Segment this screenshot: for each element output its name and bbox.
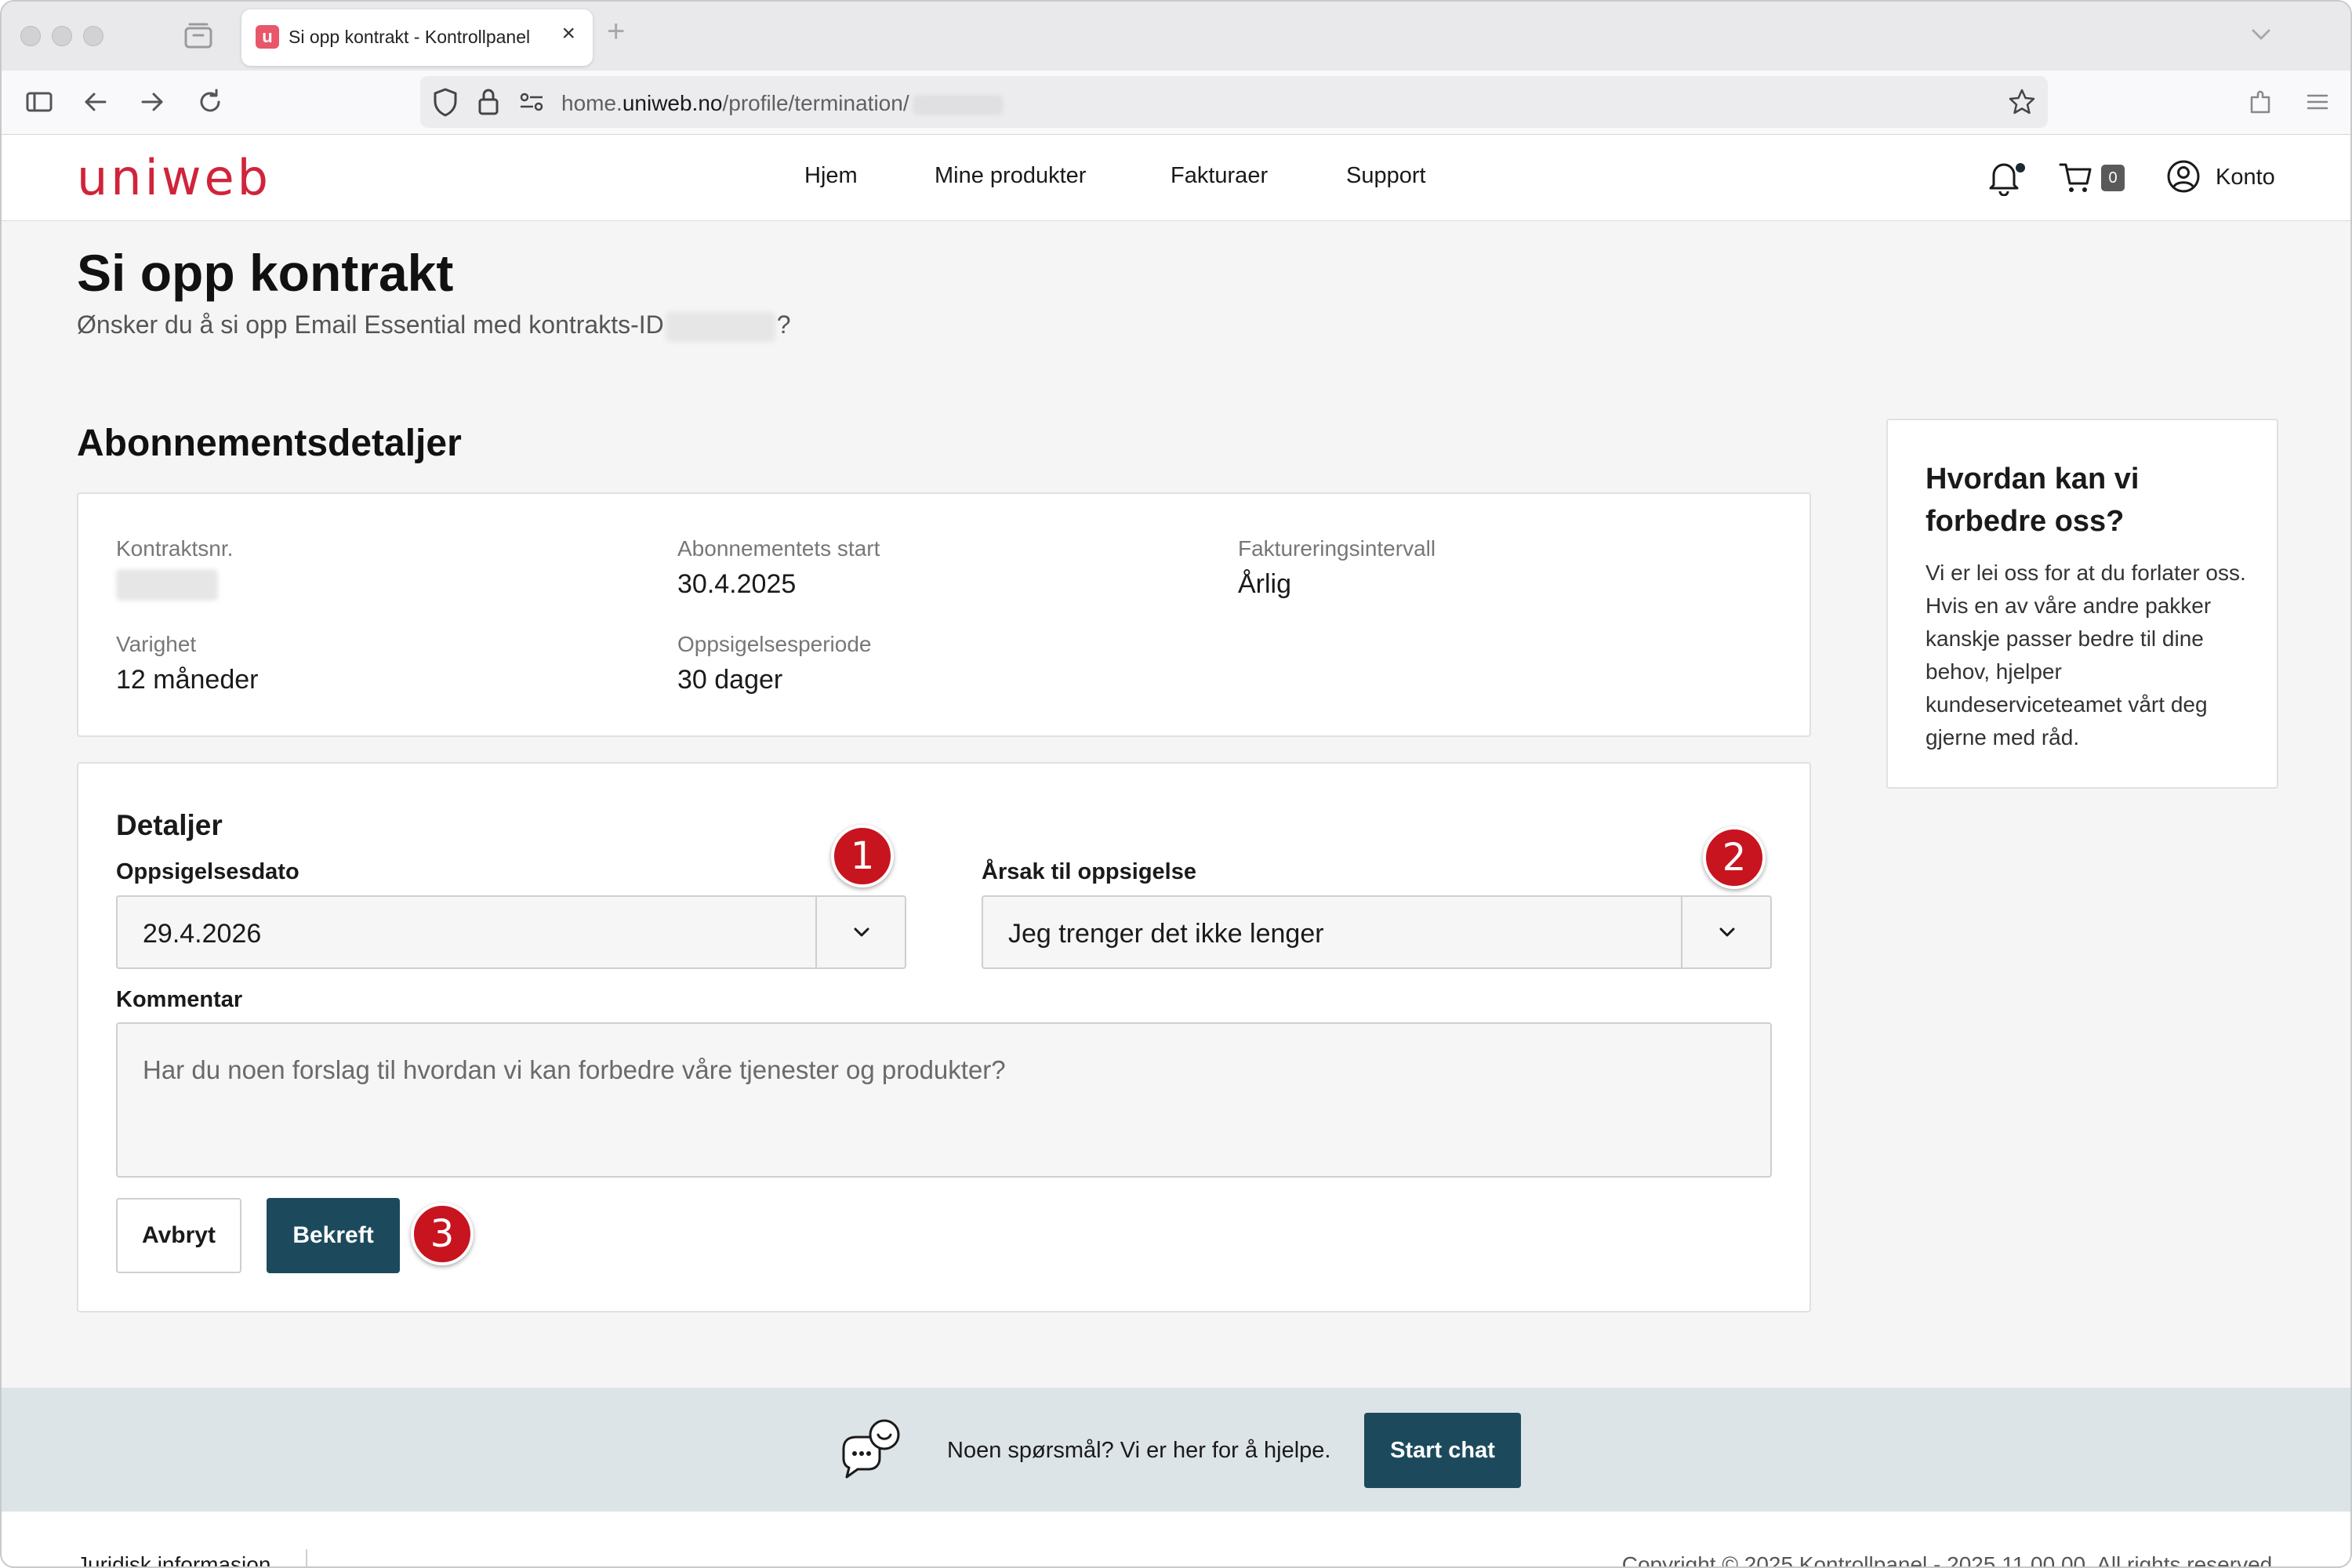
help-bar: Noen spørsmål? Vi er her for å hjelpe. S… (2, 1388, 2350, 1512)
copyright-text: Copyright © 2025 Kontrollpanel - 2025.11… (1621, 1552, 2278, 1568)
tab-title: Si opp kontrakt - Kontrollpanel (289, 27, 531, 47)
page-title: Si opp kontrakt (77, 244, 454, 302)
start-chat-button[interactable]: Start chat (1364, 1413, 1521, 1488)
url-text: home.uniweb.no/profile/termination/ (561, 91, 1004, 116)
step-badge-1: 1 (831, 825, 894, 887)
chevron-down-icon (854, 927, 869, 937)
start-date-value: 30.4.2025 (677, 569, 797, 599)
comment-textarea[interactable]: Har du noen forslag til hvordan vi kan f… (116, 1022, 1772, 1178)
redacted-contract-no (116, 569, 218, 601)
subscription-details-heading: Abonnementsdetaljer (77, 423, 462, 464)
cart-count-badge: 0 (2101, 165, 2125, 191)
new-tab-icon[interactable]: + (607, 16, 625, 47)
comment-label: Kommentar (116, 987, 243, 1012)
site-permissions-icon[interactable] (517, 89, 546, 114)
minimize-window-button[interactable] (52, 26, 72, 46)
lock-icon[interactable] (477, 86, 500, 118)
termination-date-label: Oppsigelsesdato (116, 859, 299, 884)
notification-dot (2016, 163, 2025, 172)
close-window-button[interactable] (20, 26, 41, 46)
tab-list-chevron-icon[interactable] (2247, 20, 2275, 49)
duration-value: 12 måneder (116, 665, 259, 695)
nav-support[interactable]: Support (1346, 163, 1426, 189)
help-text: Noen spørsmål? Vi er her for å hjelpe. (947, 1438, 1331, 1463)
termination-date-value: 29.4.2026 (143, 919, 262, 949)
favicon-icon: u (256, 25, 279, 49)
back-arrow-icon[interactable] (80, 86, 111, 118)
bookmark-star-icon[interactable] (2007, 87, 2037, 117)
termination-reason-value: Jeg trenger det ikke lenger (1008, 919, 1324, 949)
site-header: uniweb Hjem Mine produkter Fakturaer Sup… (2, 135, 2350, 221)
form-heading: Detaljer (116, 809, 223, 841)
forward-arrow-icon[interactable] (136, 86, 168, 118)
billing-interval-value: Årlig (1238, 569, 1292, 599)
contract-no-label: Kontraktsnr. (116, 536, 234, 561)
redacted-contract-id (665, 311, 775, 342)
confirm-button[interactable]: Bekreft (267, 1198, 400, 1273)
comment-placeholder: Har du noen forslag til hvordan vi kan f… (143, 1055, 1006, 1084)
subscription-details-card: Kontraktsnr. Abonnementets start 30.4.20… (77, 492, 1811, 737)
reload-icon[interactable] (194, 86, 226, 118)
cancel-button[interactable]: Avbryt (116, 1198, 241, 1273)
tab-overview-icon[interactable] (183, 22, 213, 49)
account-icon[interactable] (2165, 158, 2201, 194)
step-badge-2: 2 (1703, 826, 1766, 889)
billing-interval-label: Faktureringsintervall (1238, 536, 1436, 561)
termination-date-dropdown-button[interactable] (815, 897, 905, 967)
browser-window: u Si opp kontrakt - Kontrollpanel × + ho… (0, 0, 2352, 1568)
tab-active[interactable]: u Si opp kontrakt - Kontrollpanel × (241, 9, 593, 66)
menu-icon[interactable] (2302, 86, 2333, 118)
notice-period-value: 30 dager (677, 665, 783, 695)
duration-label: Varighet (116, 632, 197, 656)
feedback-text: Vi er lei oss for at du forlater oss. Hv… (1926, 561, 2246, 750)
termination-reason-dropdown-button[interactable] (1681, 897, 1770, 967)
chevron-down-icon (1719, 927, 1735, 937)
tab-strip: u Si opp kontrakt - Kontrollpanel × + (2, 2, 2350, 71)
start-date-label: Abonnementets start (677, 536, 880, 561)
notice-period-label: Oppsigelsesperiode (677, 632, 872, 656)
address-bar[interactable]: home.uniweb.no/profile/termination/ (420, 76, 2048, 128)
nav-invoices[interactable]: Fakturaer (1171, 163, 1268, 189)
browser-toolbar: home.uniweb.no/profile/termination/ (2, 71, 2350, 135)
termination-date-select[interactable]: 29.4.2026 (116, 895, 906, 969)
page-subtitle: Ønsker du å si opp Email Essential med k… (77, 310, 791, 342)
extensions-icon[interactable] (2245, 86, 2277, 118)
legal-info-link[interactable]: Juridisk informasjon (77, 1552, 270, 1566)
nav-my-products[interactable]: Mine produkter (935, 163, 1086, 189)
uniweb-logo[interactable]: uniweb (77, 149, 271, 206)
step-badge-3: 3 (411, 1203, 474, 1265)
sidebar-toggle-icon[interactable] (24, 86, 55, 118)
nav-home[interactable]: Hjem (804, 163, 858, 189)
feedback-card: Hvordan kan vi forbedre oss? Vi er lei o… (1886, 419, 2278, 789)
termination-reason-label: Årsak til oppsigelse (982, 859, 1196, 884)
termination-reason-select[interactable]: Jeg trenger det ikke lenger (982, 895, 1772, 969)
feedback-title: Hvordan kan vi forbedre oss? (1926, 463, 2140, 538)
footer-divider (306, 1549, 307, 1566)
zoom-window-button[interactable] (83, 26, 103, 46)
close-tab-icon[interactable]: × (561, 22, 575, 45)
bottom-footer: Juridisk informasjon Copyright © 2025 Ko… (2, 1512, 2350, 1568)
chat-bubbles-icon (842, 1419, 900, 1479)
cart-icon[interactable] (2057, 158, 2095, 196)
account-link[interactable]: Konto (2216, 165, 2275, 191)
shield-icon[interactable] (431, 86, 459, 118)
